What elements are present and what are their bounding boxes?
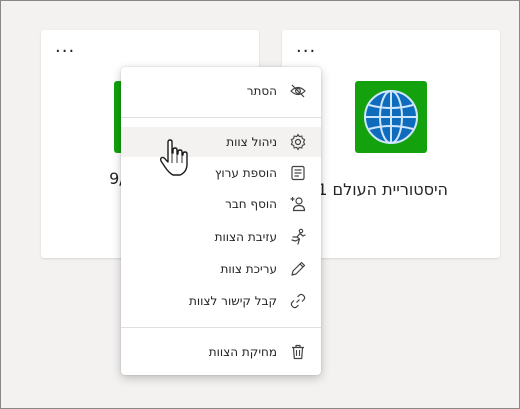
add-person-icon [289,195,307,213]
menu-item-label: ניהול צוות [226,135,277,149]
team-image [355,81,427,153]
menu-item-label: הוסף חבר [225,197,277,211]
menu-item-label: הוספת ערוץ [214,166,277,180]
link-icon [289,292,307,310]
hide-icon [289,82,307,100]
leave-icon [289,228,307,246]
team-context-menu: הסתר ניהול צוות הוספת ערוץ הוסף חבר עזיב… [121,67,321,375]
more-options-button[interactable]: ... [55,38,75,56]
menu-item-leave-team[interactable]: עזיבת הצוות [121,222,321,252]
hand-cursor-icon [159,139,188,176]
pencil-icon [289,260,307,278]
channel-icon [289,164,307,182]
menu-item-label: קבל קישור לצוות [188,294,277,308]
menu-item-manage-team[interactable]: ניהול צוות [121,127,321,157]
more-options-button[interactable]: ... [296,38,316,56]
menu-item-label: עריכת צוות [220,262,277,276]
menu-item-add-channel[interactable]: הוספת ערוץ [121,158,321,188]
menu-item-hide[interactable]: הסתר [121,76,321,106]
menu-item-label: עזיבת הצוות [214,230,277,244]
menu-item-label: הסתר [246,84,277,98]
menu-item-label: מחיקת הצוות [208,345,277,359]
menu-item-edit-team[interactable]: עריכת צוות [121,254,321,284]
gear-icon [289,133,307,151]
globe-icon [364,90,418,144]
trash-icon [289,343,307,361]
menu-separator [121,327,321,328]
menu-item-add-member[interactable]: הוסף חבר [121,189,321,219]
menu-separator [121,117,321,118]
menu-item-get-link[interactable]: קבל קישור לצוות [121,286,321,316]
menu-item-delete-team[interactable]: מחיקת הצוות [121,337,321,367]
